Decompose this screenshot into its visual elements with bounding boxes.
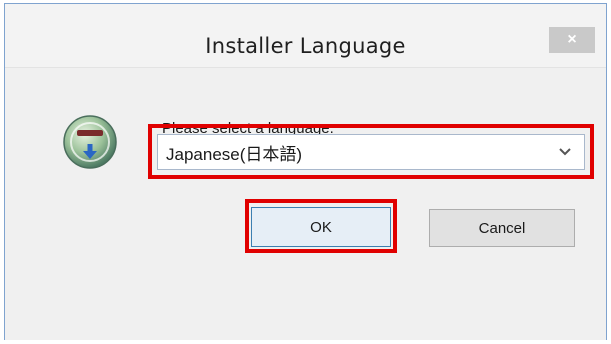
language-select[interactable]: Japanese(日本語) bbox=[157, 134, 585, 170]
installer-globe-icon bbox=[59, 111, 121, 173]
language-select-value: Japanese(日本語) bbox=[166, 144, 303, 164]
ok-button[interactable]: OK bbox=[251, 207, 391, 247]
close-button[interactable]: × bbox=[549, 27, 595, 53]
window-title: Installer Language bbox=[205, 34, 406, 58]
close-icon: × bbox=[567, 31, 577, 48]
title-bar: Installer Language × bbox=[5, 4, 606, 67]
installer-language-dialog: Installer Language × Please select a lan… bbox=[4, 3, 607, 340]
cancel-button[interactable]: Cancel bbox=[429, 209, 575, 247]
chevron-down-icon bbox=[554, 141, 576, 163]
